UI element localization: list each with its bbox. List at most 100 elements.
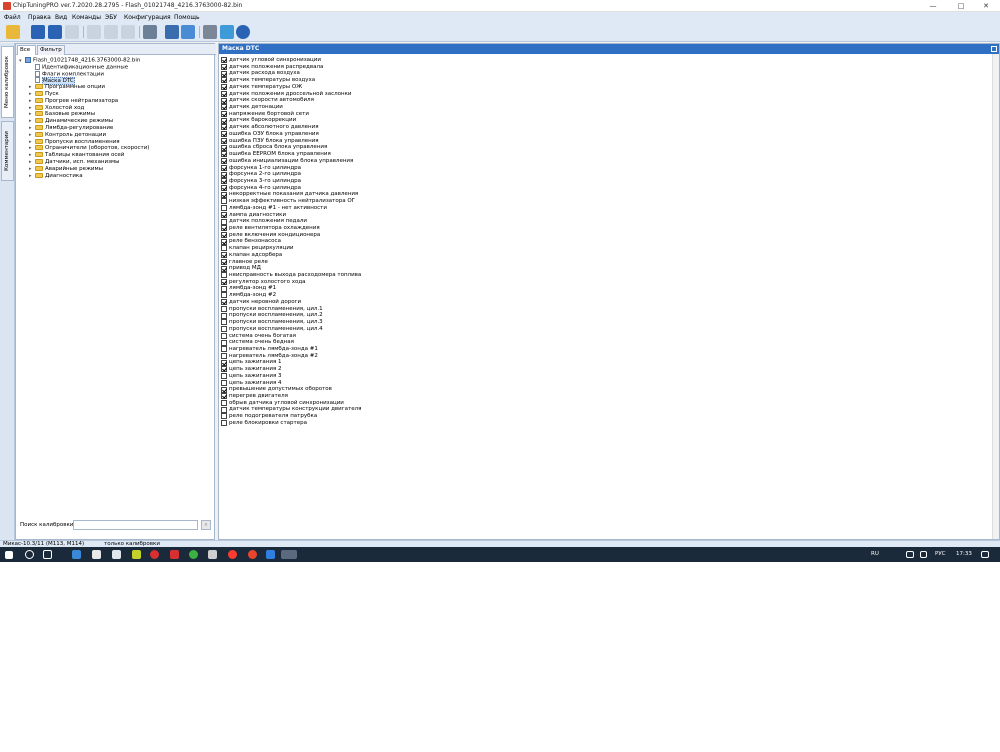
dtc-item[interactable]: лямбда-зонд #1 [221, 285, 276, 292]
dtc-item[interactable]: реле вентилятора охлаждения [221, 225, 320, 232]
minimize-button[interactable]: — [919, 0, 947, 12]
chrome-icon[interactable] [189, 550, 198, 559]
search-icon[interactable] [181, 25, 195, 39]
tab-calibration-menu[interactable]: Меню калибровок [1, 46, 14, 118]
checkbox-unchecked[interactable] [221, 373, 227, 380]
dtc-item[interactable]: датчик температуры конструкции двигателя [221, 406, 361, 413]
checkbox-unchecked[interactable] [221, 352, 227, 359]
checkbox-checked[interactable] [221, 258, 227, 265]
checkbox-unchecked[interactable] [221, 346, 227, 353]
checkbox-unchecked[interactable] [221, 312, 227, 319]
save-as-icon[interactable] [48, 25, 62, 39]
checkbox-checked[interactable] [221, 131, 227, 138]
dtc-item[interactable]: нагреватель лямбда-зонда #1 [221, 346, 318, 353]
dtc-item[interactable]: реле включения кондиционера [221, 232, 320, 239]
checkbox-unchecked[interactable] [221, 339, 227, 346]
dtc-item[interactable]: ошибка ОЗУ блока управления [221, 131, 319, 138]
checkbox-checked[interactable] [221, 393, 227, 400]
dtc-item[interactable]: датчик неровной дороги [221, 299, 301, 306]
checkbox-checked[interactable] [221, 252, 227, 259]
checkbox-unchecked[interactable] [221, 326, 227, 333]
checkbox-checked[interactable] [221, 84, 227, 91]
dtc-item[interactable]: пропуски воспламенения, цил.4 [221, 326, 323, 333]
checkbox-checked[interactable] [221, 151, 227, 158]
checkbox-unchecked[interactable] [221, 319, 227, 326]
checkbox-checked[interactable] [221, 124, 227, 131]
dtc-item[interactable]: обрыв датчика угловой синхронизации [221, 400, 344, 407]
checkbox-checked[interactable] [221, 137, 227, 144]
menu-view[interactable]: Вид [55, 14, 67, 21]
checkbox-checked[interactable] [221, 299, 227, 306]
checkbox-checked[interactable] [221, 164, 227, 171]
tab-all[interactable]: Все [17, 45, 36, 55]
media-icon[interactable] [170, 550, 179, 559]
dtc-item[interactable]: реле подогревателя патрубка [221, 413, 317, 420]
checkbox-checked[interactable] [221, 232, 227, 239]
checkbox-unchecked[interactable] [221, 413, 227, 420]
dtc-item[interactable]: ошибка инициализации блока управления [221, 158, 353, 165]
tab-comments[interactable]: Комментарии [1, 121, 14, 181]
vertical-scrollbar[interactable] [992, 54, 999, 539]
checkbox-unchecked[interactable] [221, 218, 227, 225]
dtc-item[interactable]: перегрев двигателя [221, 393, 288, 400]
edge-icon[interactable] [72, 550, 81, 559]
open-icon[interactable] [6, 25, 20, 39]
dtc-item[interactable]: датчик скорости автомобиля [221, 97, 314, 104]
dtc-item[interactable]: превышение допустимых оборотов [221, 386, 332, 393]
dtc-item[interactable]: датчик расхода воздуха [221, 70, 300, 77]
copy-icon[interactable] [87, 25, 101, 39]
checkbox-checked[interactable] [221, 265, 227, 272]
save-icon[interactable] [31, 25, 45, 39]
checkbox-checked[interactable] [221, 117, 227, 124]
help-icon[interactable] [236, 25, 250, 39]
checkbox-checked[interactable] [221, 225, 227, 232]
task-view-icon[interactable] [43, 550, 52, 559]
checkbox-unchecked[interactable] [221, 198, 227, 205]
checksum-icon[interactable] [220, 25, 234, 39]
checkbox-unchecked[interactable] [221, 332, 227, 339]
dtc-item[interactable]: датчик угловой синхронизации [221, 57, 321, 64]
dtc-item[interactable]: пропуски воспламенения, цил.2 [221, 312, 323, 319]
menu-commands[interactable]: Команды [72, 14, 101, 21]
chiptuning-taskbar-icon[interactable] [281, 550, 297, 559]
tab-filter[interactable]: Фильтр [37, 45, 65, 55]
opera-icon[interactable] [150, 550, 159, 559]
dtc-item[interactable]: датчик абсолютного давления [221, 124, 319, 131]
checkbox-checked[interactable] [221, 178, 227, 185]
start-icon[interactable] [5, 551, 13, 559]
search-icon[interactable] [25, 550, 34, 559]
menu-help[interactable]: Помощь [174, 14, 200, 21]
maximize-button[interactable]: □ [947, 0, 975, 12]
dtc-item[interactable]: ошибка EEPROM блока управления [221, 151, 331, 158]
dtc-item[interactable]: лампа диагностики [221, 212, 286, 219]
download-icon[interactable] [266, 550, 275, 559]
dtc-item[interactable]: форсунка 4-го цилиндра [221, 185, 301, 192]
undo-icon[interactable] [65, 25, 79, 39]
menu-ecu[interactable]: ЭБУ [105, 14, 117, 21]
checkbox-checked[interactable] [221, 77, 227, 84]
dtc-item[interactable]: реле бензонасоса [221, 238, 281, 245]
mail-icon[interactable] [112, 550, 121, 559]
checkbox-checked[interactable] [221, 386, 227, 393]
search-button[interactable]: ⌕ [201, 520, 211, 530]
volume-icon[interactable] [920, 551, 927, 558]
redo-icon[interactable] [121, 25, 135, 39]
checkbox-checked[interactable] [221, 211, 227, 218]
dtc-item[interactable]: система очень богатая [221, 333, 296, 340]
dtc-item[interactable]: датчик барокоррекции [221, 117, 296, 124]
pin-icon[interactable] [991, 46, 997, 52]
checkbox-unchecked[interactable] [221, 420, 227, 427]
dtc-item[interactable]: регулятор холостого хода [221, 279, 306, 286]
dtc-item[interactable]: нагреватель лямбда-зонда #2 [221, 353, 318, 360]
tray-lang[interactable]: RU [871, 550, 879, 559]
menu-configuration[interactable]: Конфигурация [124, 14, 171, 21]
dtc-item[interactable]: привод МД [221, 265, 261, 272]
dtc-item[interactable]: клапан рециркуляции [221, 245, 294, 252]
dtc-item[interactable]: пропуски воспламенения, цил.3 [221, 319, 323, 326]
checkbox-unchecked[interactable] [221, 406, 227, 413]
yandex-icon[interactable] [228, 550, 237, 559]
dtc-item[interactable]: форсунка 1-го цилиндра [221, 165, 301, 172]
dtc-item[interactable]: цепь зажигания 2 [221, 366, 282, 373]
menu-edit[interactable]: Правка [28, 14, 51, 21]
menu-file[interactable]: Файл [4, 14, 21, 21]
